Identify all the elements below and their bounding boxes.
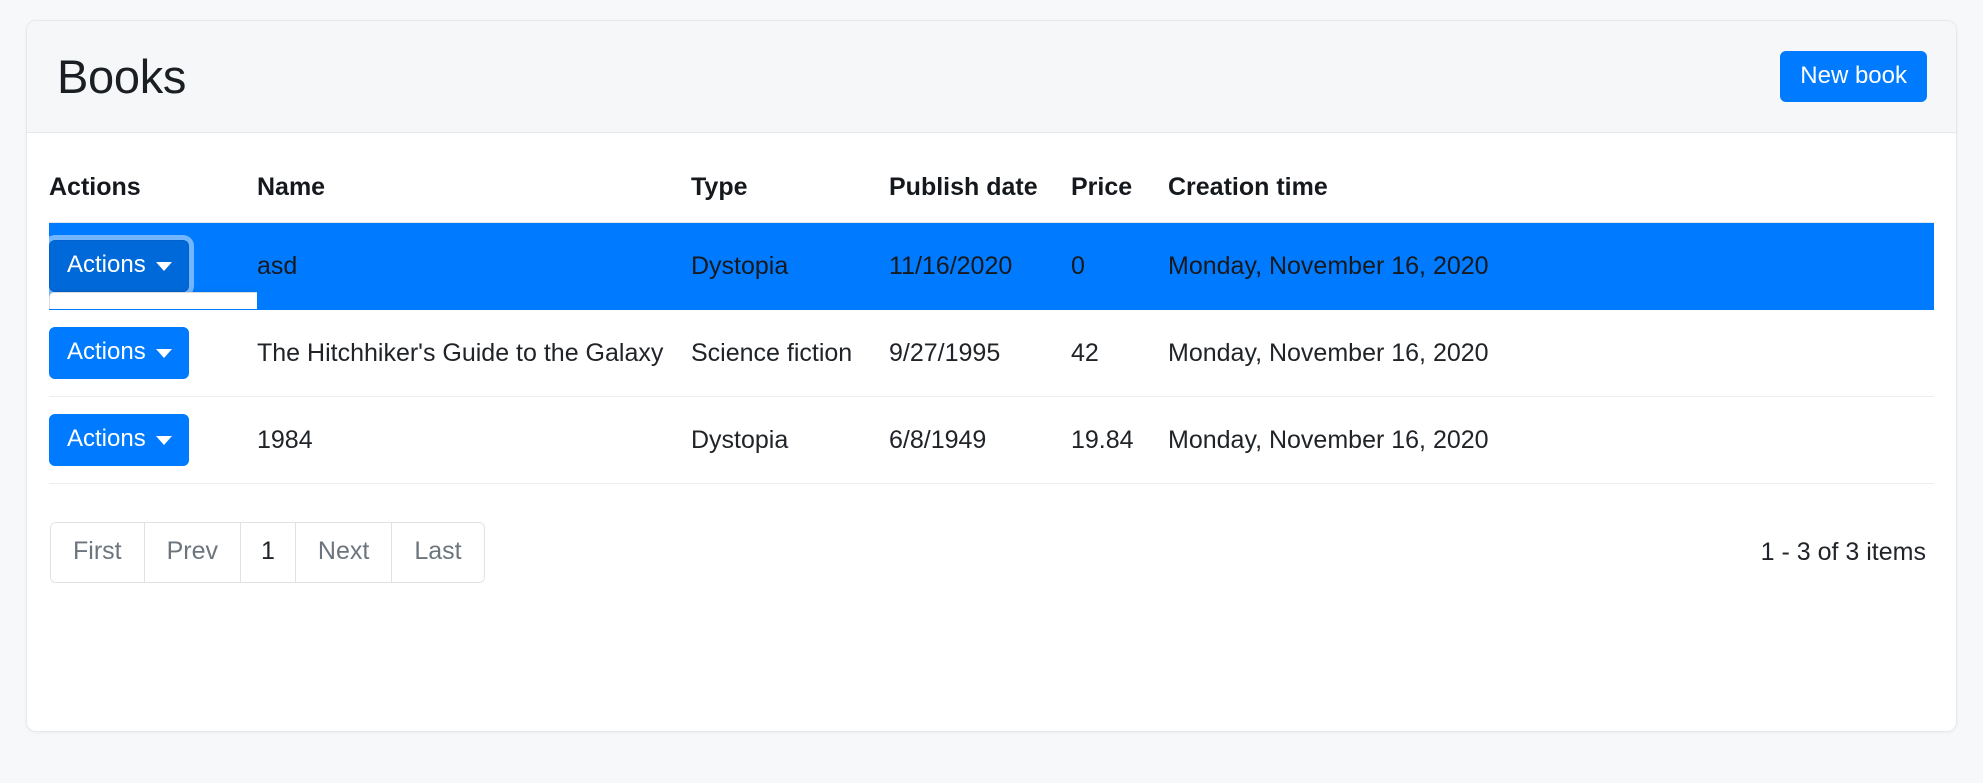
row-actions-button[interactable]: Actions xyxy=(49,240,189,292)
column-header-creation-time[interactable]: Creation time xyxy=(1168,155,1934,223)
page-title: Books xyxy=(57,53,186,100)
row-actions-button-label: Actions xyxy=(67,338,146,366)
column-header-type[interactable]: Type xyxy=(691,155,889,223)
pagination-page-1[interactable]: 1 xyxy=(241,523,296,582)
cell-actions: Actions xyxy=(49,397,257,484)
column-header-actions[interactable]: Actions xyxy=(49,155,257,223)
pagination-bar: First Prev 1 Next Last 1 - 3 of 3 items xyxy=(49,522,1934,583)
cell-name: The Hitchhiker's Guide to the Galaxy xyxy=(257,310,691,397)
row-actions-button[interactable]: Actions xyxy=(49,327,189,379)
card-body: Actions Name Type Publish date Price Cre… xyxy=(27,155,1956,583)
books-table: Actions Name Type Publish date Price Cre… xyxy=(49,155,1934,484)
table-row[interactable]: Actions The Hitchhiker's Guide to the Ga… xyxy=(49,310,1934,397)
cell-actions: Actions xyxy=(49,310,257,397)
chevron-down-icon xyxy=(156,436,172,445)
pagination-summary: 1 - 3 of 3 items xyxy=(1761,538,1932,567)
cell-name: 1984 xyxy=(257,397,691,484)
actions-dropdown: Actions xyxy=(49,414,189,466)
pagination-first[interactable]: First xyxy=(51,523,145,582)
cell-type: Science fiction xyxy=(691,310,889,397)
cell-publish-date: 6/8/1949 xyxy=(889,397,1071,484)
cell-price: 19.84 xyxy=(1071,397,1168,484)
pagination-next[interactable]: Next xyxy=(296,523,392,582)
actions-dropdown: Actions xyxy=(49,327,189,379)
chevron-down-icon xyxy=(156,262,172,271)
cell-creation-time: Monday, November 16, 2020 xyxy=(1168,310,1934,397)
cell-creation-time: Monday, November 16, 2020 xyxy=(1168,397,1934,484)
table-header-row: Actions Name Type Publish date Price Cre… xyxy=(49,155,1934,223)
pagination-prev[interactable]: Prev xyxy=(145,523,241,582)
column-header-publish-date[interactable]: Publish date xyxy=(889,155,1071,223)
cell-name: asd xyxy=(257,223,691,310)
pagination: First Prev 1 Next Last xyxy=(50,522,485,583)
card-header: Books New book xyxy=(27,21,1956,133)
column-header-name[interactable]: Name xyxy=(257,155,691,223)
table-body: Actions Edit Delete asd Dystopia xyxy=(49,223,1934,484)
cell-type: Dystopia xyxy=(691,223,889,310)
cell-price: 42 xyxy=(1071,310,1168,397)
cell-type: Dystopia xyxy=(691,397,889,484)
dropdown-item-edit[interactable]: Edit xyxy=(50,302,257,309)
actions-dropdown-menu: Edit Delete xyxy=(49,292,257,309)
table-head: Actions Name Type Publish date Price Cre… xyxy=(49,155,1934,223)
table-row[interactable]: Actions Edit Delete asd Dystopia xyxy=(49,223,1934,310)
chevron-down-icon xyxy=(156,349,172,358)
row-actions-button-label: Actions xyxy=(67,251,146,279)
row-actions-button-label: Actions xyxy=(67,425,146,453)
column-header-price[interactable]: Price xyxy=(1071,155,1168,223)
pagination-last[interactable]: Last xyxy=(392,523,483,582)
cell-publish-date: 9/27/1995 xyxy=(889,310,1071,397)
cell-price: 0 xyxy=(1071,223,1168,310)
actions-dropdown: Actions Edit Delete xyxy=(49,240,189,292)
new-book-button[interactable]: New book xyxy=(1780,51,1927,103)
books-card: Books New book Actions Name Type Publish… xyxy=(26,20,1957,732)
cell-publish-date: 11/16/2020 xyxy=(889,223,1071,310)
cell-creation-time: Monday, November 16, 2020 xyxy=(1168,223,1934,310)
cell-actions: Actions Edit Delete xyxy=(49,223,257,310)
page-root: Books New book Actions Name Type Publish… xyxy=(0,0,1983,783)
table-row[interactable]: Actions 1984 Dystopia 6/8/1949 19.84 Mon… xyxy=(49,397,1934,484)
row-actions-button[interactable]: Actions xyxy=(49,414,189,466)
